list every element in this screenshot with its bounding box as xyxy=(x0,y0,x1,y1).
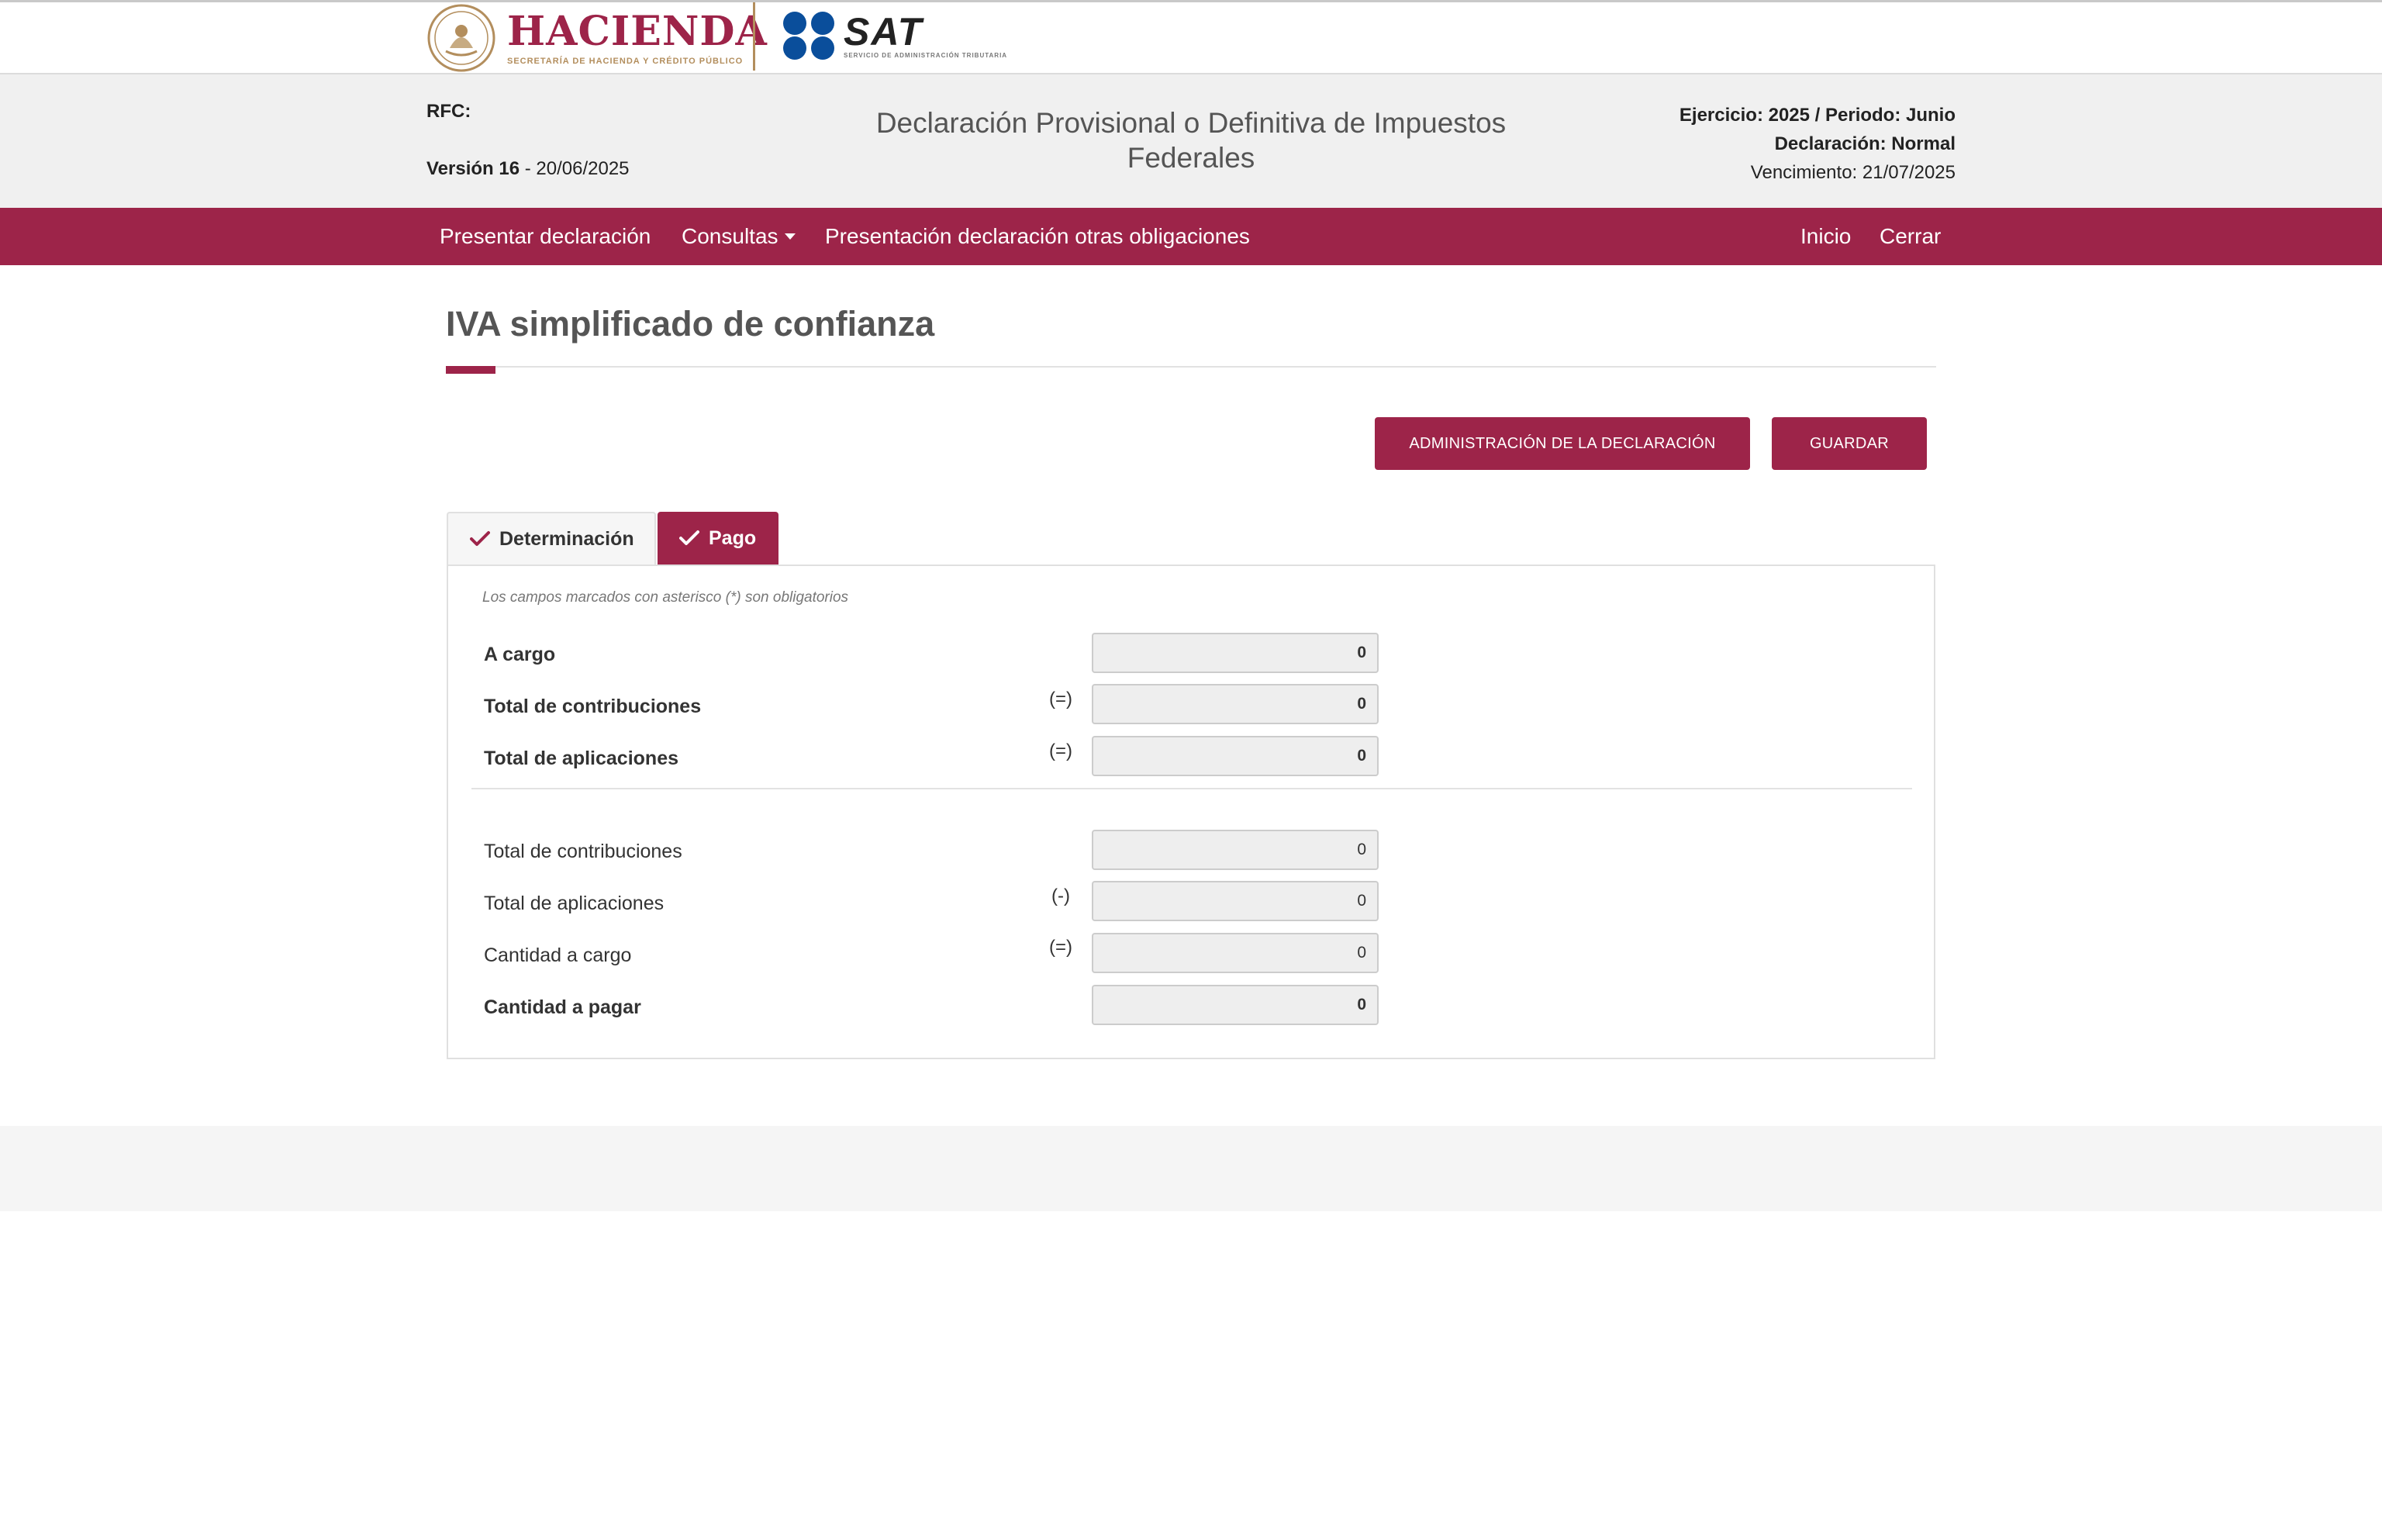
check-icon xyxy=(679,530,699,545)
check-icon xyxy=(470,531,490,546)
equals-operator: (=) xyxy=(1049,741,1072,761)
a-cargo-field[interactable] xyxy=(1092,633,1379,673)
hacienda-wordmark: HACIENDA xyxy=(507,8,768,55)
field-label-total-contribuciones: Total de contribuciones xyxy=(484,696,702,717)
nav-consultas[interactable]: Consultas xyxy=(682,208,796,265)
minus-operator: (-) xyxy=(1051,886,1070,906)
tab-determinacion[interactable]: Determinación xyxy=(447,512,656,565)
tab-pago-label: Pago xyxy=(709,527,757,549)
version-date: - 20/06/2025 xyxy=(520,158,630,179)
vencimiento: Vencimiento: 21/07/2025 xyxy=(1750,162,1956,183)
field-label-total-aplicaciones: Total de aplicaciones xyxy=(484,748,679,769)
mexico-seal-icon xyxy=(427,4,495,72)
hacienda-logo: HACIENDA SECRETARÍA DE HACIENDA Y CRÉDIT… xyxy=(426,4,768,72)
ejercicio-periodo: Ejercicio: 2025 / Periodo: Junio xyxy=(1679,105,1956,126)
nav-presentar-declaracion[interactable]: Presentar declaración xyxy=(440,208,651,265)
version-info: Versión 16 - 20/06/2025 xyxy=(426,158,630,180)
section-divider xyxy=(471,788,1912,789)
total-aplicaciones-field[interactable] xyxy=(1092,736,1379,776)
declaration-header: RFC: Versión 16 - 20/06/2025 Declaración… xyxy=(0,74,2382,208)
cantidad-a-cargo-field[interactable] xyxy=(1092,933,1379,973)
cantidad-a-pagar-field[interactable] xyxy=(1092,985,1379,1025)
nav-consultas-label: Consultas xyxy=(682,224,778,248)
rfc-label: RFC: xyxy=(426,101,471,122)
required-fields-note: Los campos marcados con asterisco (*) so… xyxy=(482,589,849,606)
field-label-cantidad-a-cargo: Cantidad a cargo xyxy=(484,944,632,966)
sat-wordmark: SAT xyxy=(844,9,923,54)
total-contribuciones-field[interactable] xyxy=(1092,684,1379,724)
field-label-a-cargo: A cargo xyxy=(484,644,556,665)
nav-inicio[interactable]: Inicio xyxy=(1800,208,1851,265)
equals-operator: (=) xyxy=(1049,937,1072,958)
caret-down-icon xyxy=(784,233,796,240)
logo-divider xyxy=(753,2,755,71)
total-contribuciones-summary-field[interactable] xyxy=(1092,830,1379,870)
nav-cerrar[interactable]: Cerrar xyxy=(1880,208,1941,265)
field-label-total-contribuciones-summary: Total de contribuciones xyxy=(484,841,682,862)
declaracion-tipo: Declaración: Normal xyxy=(1774,133,1956,154)
sat-logo: SAT SERVICIO DE ADMINISTRACIÓN TRIBUTARI… xyxy=(780,10,1007,61)
guardar-button[interactable]: GUARDAR xyxy=(1772,417,1927,470)
equals-operator: (=) xyxy=(1049,689,1072,710)
hacienda-subtitle: SECRETARÍA DE HACIENDA Y CRÉDITO PÚBLICO xyxy=(507,57,744,66)
tab-pago[interactable]: Pago xyxy=(658,512,778,565)
sat-subtitle: SERVICIO DE ADMINISTRACIÓN TRIBUTARIA xyxy=(844,51,1008,59)
footer xyxy=(0,1126,2382,1211)
main-nav: Presentar declaración Consultas Presenta… xyxy=(0,208,2382,265)
field-label-total-aplicaciones-summary: Total de aplicaciones xyxy=(484,893,665,914)
nav-otras-obligaciones[interactable]: Presentación declaración otras obligacio… xyxy=(825,208,1250,265)
administracion-declaracion-button[interactable]: ADMINISTRACIÓN DE LA DECLARACIÓN xyxy=(1375,417,1750,470)
version-label: Versión 16 xyxy=(426,158,520,179)
declaration-title: Declaración Provisional o Definitiva de … xyxy=(875,107,1507,174)
total-aplicaciones-summary-field[interactable] xyxy=(1092,881,1379,921)
title-divider xyxy=(446,366,1936,368)
tab-determinacion-label: Determinación xyxy=(499,528,634,550)
page-title: IVA simplificado de confianza xyxy=(446,304,935,344)
title-accent-bar xyxy=(446,366,495,374)
logo-bar: HACIENDA SECRETARÍA DE HACIENDA Y CRÉDIT… xyxy=(0,0,2382,74)
field-label-cantidad-a-pagar: Cantidad a pagar xyxy=(484,996,641,1018)
sat-circles-icon xyxy=(783,12,834,60)
period-info: Ejercicio: 2025 / Periodo: Junio Declara… xyxy=(1679,101,1956,187)
pago-panel: Los campos marcados con asterisco (*) so… xyxy=(447,565,1935,1059)
